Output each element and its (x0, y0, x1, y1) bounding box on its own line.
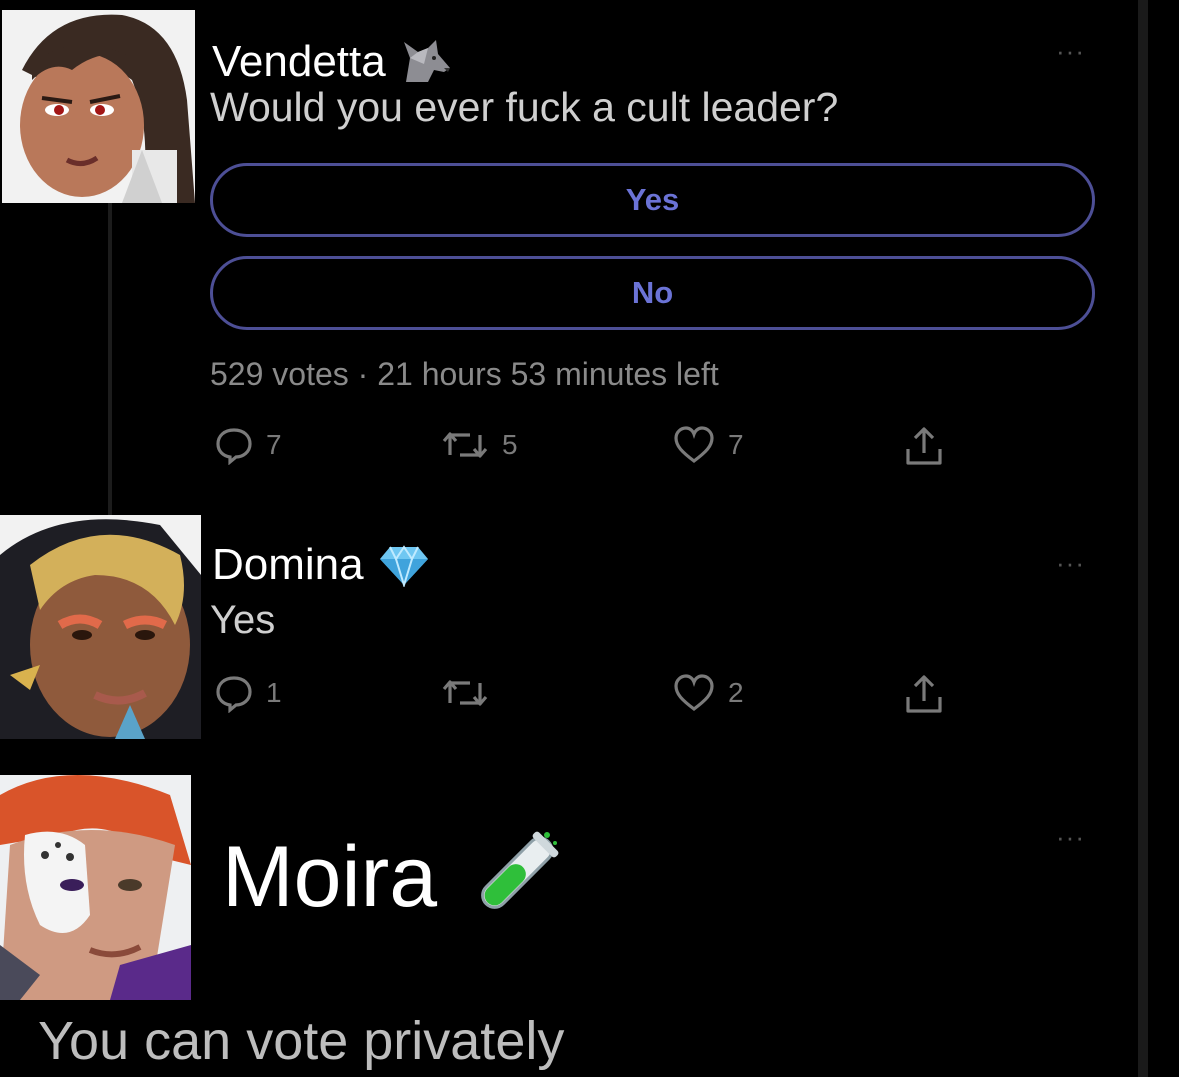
thread-connector-line (108, 200, 112, 518)
author-name-text: Vendetta (212, 37, 386, 86)
avatar-vendetta-art (2, 10, 195, 203)
heart-icon (674, 674, 714, 712)
tweet-text-moira: You can vote privately (38, 1011, 565, 1071)
poll-option-yes[interactable]: Yes (210, 163, 1095, 237)
like-button-post1[interactable]: 7 (672, 425, 744, 465)
poll-votes: 529 votes (210, 356, 349, 392)
avatar-vendetta[interactable] (2, 10, 195, 203)
share-button-post1[interactable] (902, 425, 946, 469)
poll-meta: 529 votes · 21 hours 53 minutes left (210, 356, 719, 393)
tweet-text-vendetta: Would you ever fuck a cult leader? (210, 84, 839, 130)
heart-icon (674, 426, 714, 464)
reply-icon (216, 428, 252, 465)
author-name-text: Moira (222, 828, 438, 925)
author-name-domina[interactable]: Domina (212, 540, 430, 590)
share-button-post2[interactable] (902, 673, 946, 717)
retweet-count: 5 (502, 429, 518, 460)
retweet-icon (442, 432, 488, 458)
screenshot-canvas: Vendetta Would you ever fuck a cult lead… (0, 0, 1179, 1077)
more-options-button-post2[interactable]: ··· (1056, 550, 1085, 576)
author-name-text: Domina (212, 540, 364, 589)
test-tube-icon (481, 831, 559, 909)
like-count: 2 (728, 677, 744, 708)
poll-time-left: 21 hours 53 minutes left (377, 356, 719, 392)
reply-button-post2[interactable]: 1 (214, 673, 282, 713)
poll-separator: · (357, 356, 369, 392)
like-count: 7 (728, 429, 744, 460)
like-button-post2[interactable]: 2 (672, 673, 744, 713)
reply-count: 1 (266, 677, 282, 708)
author-name-vendetta[interactable]: Vendetta (212, 36, 454, 88)
right-divider (1138, 0, 1148, 1077)
reply-count: 7 (266, 429, 282, 460)
poll-option-no[interactable]: No (210, 256, 1095, 330)
avatar-moira-art (0, 775, 191, 1000)
retweet-button-post2[interactable] (440, 673, 502, 713)
avatar-moira[interactable] (0, 775, 191, 1000)
reply-icon (216, 676, 252, 713)
reply-button-post1[interactable]: 7 (214, 425, 282, 465)
retweet-icon (442, 680, 488, 706)
more-options-button-post1[interactable]: ··· (1056, 38, 1085, 64)
share-icon (906, 427, 942, 465)
more-options-button-post3[interactable]: ··· (1056, 824, 1085, 850)
retweet-button-post1[interactable]: 5 (440, 425, 518, 465)
wolf-icon (403, 40, 450, 82)
diamond-icon (379, 545, 428, 587)
avatar-domina-art (0, 515, 201, 739)
author-name-moira[interactable]: Moira (222, 822, 563, 932)
tweet-text-domina: Yes (210, 598, 276, 642)
avatar-domina[interactable] (0, 515, 201, 739)
share-icon (906, 675, 942, 713)
